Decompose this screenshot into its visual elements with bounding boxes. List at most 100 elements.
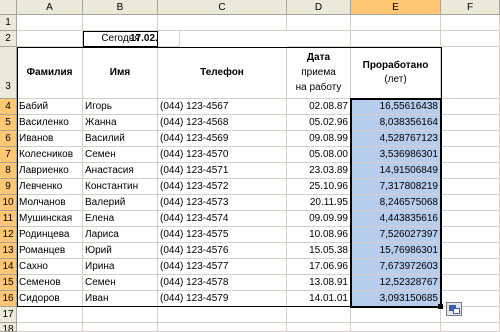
row-header-5[interactable]: 5 [0, 115, 17, 131]
cell-years[interactable]: 7,317808219 [351, 179, 441, 195]
cell-date[interactable]: 14.01.01 [287, 291, 351, 307]
cell-surname[interactable]: Сидоров [17, 291, 83, 307]
cell-f-empty[interactable] [441, 99, 500, 115]
cell-years[interactable]: 7,526027397 [351, 227, 441, 243]
cell-years[interactable]: 12,52328767 [351, 275, 441, 291]
cell-f-empty[interactable] [441, 179, 500, 195]
cell-date[interactable]: 09.08.99 [287, 131, 351, 147]
cell-a2[interactable] [17, 31, 83, 47]
cell-years[interactable]: 14,91506849 [351, 163, 441, 179]
cell-e18[interactable] [351, 323, 441, 332]
cell-phone[interactable]: (044) 123-4571 [158, 163, 287, 179]
row-header-3[interactable]: 3 [0, 47, 17, 99]
header-phone[interactable]: Телефон [158, 47, 287, 99]
cell-surname[interactable]: Сахно [17, 259, 83, 275]
cell-name[interactable]: Константин [83, 179, 158, 195]
header-years-worked[interactable]: Проработано (лет) [351, 47, 441, 99]
cell-a1[interactable] [17, 15, 83, 31]
row-header-16[interactable]: 16 [0, 291, 17, 307]
cell-date[interactable]: 05.02.96 [287, 115, 351, 131]
cell-c17[interactable] [158, 307, 287, 323]
cell-e2[interactable] [351, 31, 441, 47]
fill-handle[interactable] [438, 304, 443, 309]
cell-d18[interactable] [287, 323, 351, 332]
cell-surname[interactable]: Иванов [17, 131, 83, 147]
cell-c18[interactable] [158, 323, 287, 332]
cell-f2[interactable] [441, 31, 500, 47]
cell-phone[interactable]: (044) 123-4579 [158, 291, 287, 307]
cell-years[interactable]: 8,038356164 [351, 115, 441, 131]
cell-f-empty[interactable] [441, 115, 500, 131]
paste-options-icon[interactable] [446, 302, 462, 316]
cell-b18[interactable] [83, 323, 158, 332]
cell-f-empty[interactable] [441, 147, 500, 163]
cell-f-empty[interactable] [441, 259, 500, 275]
cell-d1[interactable] [287, 15, 351, 31]
column-header-d[interactable]: D [287, 0, 351, 15]
cell-phone[interactable]: (044) 123-4573 [158, 195, 287, 211]
row-header-6[interactable]: 6 [0, 131, 17, 147]
cell-f-empty[interactable] [441, 243, 500, 259]
cell-years[interactable]: 3,093150685 [351, 291, 441, 307]
cell-f-empty[interactable] [441, 211, 500, 227]
column-header-b[interactable]: B [83, 0, 158, 15]
cell-date[interactable]: 02.08.87 [287, 99, 351, 115]
cell-date[interactable]: 13.08.91 [287, 275, 351, 291]
cell-phone[interactable]: (044) 123-4570 [158, 147, 287, 163]
cell-b1[interactable] [83, 15, 158, 31]
cell-years[interactable]: 4,443835616 [351, 211, 441, 227]
cell-surname[interactable]: Колесников [17, 147, 83, 163]
row-header-9[interactable]: 9 [0, 179, 17, 195]
row-header-2[interactable]: 2 [0, 31, 17, 47]
cell-surname[interactable]: Родинцева [17, 227, 83, 243]
cell-date[interactable]: 25.10.96 [287, 179, 351, 195]
cell-name[interactable]: Анастасия [83, 163, 158, 179]
cell-phone[interactable]: (044) 123-4572 [158, 179, 287, 195]
cell-phone[interactable]: (044) 123-4567 [158, 99, 287, 115]
cell-f-empty[interactable] [441, 195, 500, 211]
cell-name[interactable]: Игорь [83, 99, 158, 115]
cell-phone[interactable]: (044) 123-4574 [158, 211, 287, 227]
column-header-f[interactable]: F [441, 0, 500, 15]
row-header-11[interactable]: 11 [0, 211, 17, 227]
cell-surname[interactable]: Семенов [17, 275, 83, 291]
row-header-17[interactable]: 17 [0, 307, 17, 323]
cell-date[interactable]: 23.03.89 [287, 163, 351, 179]
column-header-e[interactable]: E [351, 0, 441, 15]
cell-date[interactable]: 15.05.38 [287, 243, 351, 259]
row-header-7[interactable]: 7 [0, 147, 17, 163]
cell-a18[interactable] [17, 323, 83, 332]
cell-name[interactable]: Лариса [83, 227, 158, 243]
column-header-c[interactable]: C [158, 0, 287, 15]
cell-name[interactable]: Василий [83, 131, 158, 147]
cell-name[interactable]: Ирина [83, 259, 158, 275]
cell-surname[interactable]: Василенко [17, 115, 83, 131]
cell-date[interactable]: 09.09.99 [287, 211, 351, 227]
select-all-corner[interactable] [0, 0, 17, 15]
cell-name[interactable]: Семен [83, 147, 158, 163]
cell-name[interactable]: Семен [83, 275, 158, 291]
cell-f-empty[interactable] [441, 275, 500, 291]
cell-f-empty[interactable] [441, 227, 500, 243]
cell-d17[interactable] [287, 307, 351, 323]
cell-surname[interactable]: Лавриенко [17, 163, 83, 179]
cell-b17[interactable] [83, 307, 158, 323]
cell-f1[interactable] [441, 15, 500, 31]
today-value[interactable]: 17.02.04 [130, 31, 158, 47]
cell-years[interactable]: 16,55616438 [351, 99, 441, 115]
row-header-10[interactable]: 10 [0, 195, 17, 211]
cell-phone[interactable]: (044) 123-4568 [158, 115, 287, 131]
cell-f-empty[interactable] [441, 163, 500, 179]
header-surname[interactable]: Фамилия [17, 47, 83, 99]
cell-name[interactable]: Елена [83, 211, 158, 227]
cell-surname[interactable]: Бабий [17, 99, 83, 115]
cell-name[interactable]: Юрий [83, 243, 158, 259]
cell-surname[interactable]: Романцев [17, 243, 83, 259]
cell-years[interactable]: 3,536986301 [351, 147, 441, 163]
cell-years[interactable]: 4,528767123 [351, 131, 441, 147]
cell-d2[interactable] [287, 31, 351, 47]
cell-a17[interactable] [17, 307, 83, 323]
row-header-1[interactable]: 1 [0, 15, 17, 31]
cell-name[interactable]: Иван [83, 291, 158, 307]
cell-phone[interactable]: (044) 123-4578 [158, 275, 287, 291]
